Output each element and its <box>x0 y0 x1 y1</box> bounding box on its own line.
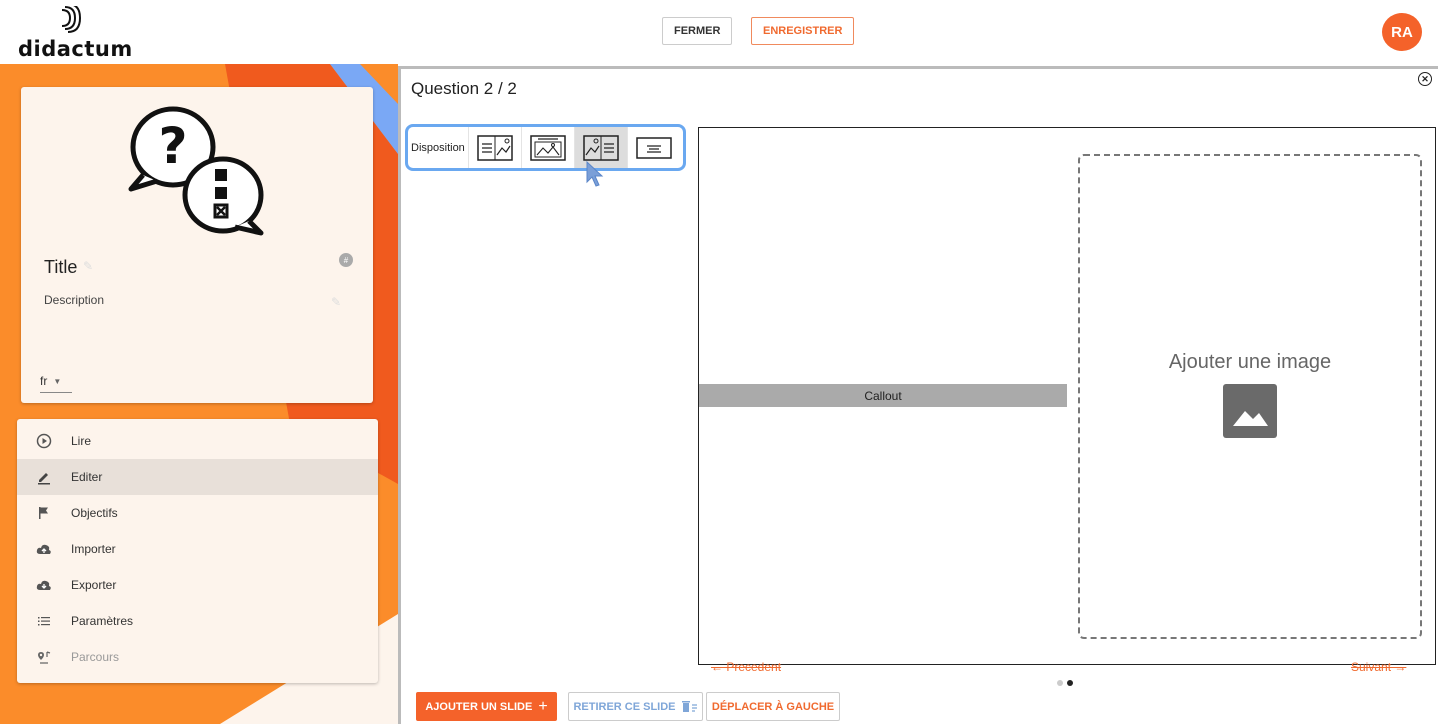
question-chat-icon: ? <box>128 106 264 236</box>
layout-text-only-icon <box>636 136 672 159</box>
move-left-button[interactable]: DÉPLACER À GAUCHE <box>706 692 840 721</box>
avatar[interactable]: RA <box>1382 13 1422 51</box>
layout-image-only-button[interactable] <box>520 127 574 168</box>
logo-mark-icon <box>61 6 82 33</box>
mouse-cursor-icon <box>586 160 604 187</box>
left-panel: ? Title ✎ # Description ✎ fr ▼ Lire Edit… <box>0 64 398 724</box>
add-image-dropzone[interactable]: Ajouter une image <box>1078 154 1422 639</box>
language-select[interactable]: fr ▼ <box>40 374 72 393</box>
layout-image-only-icon <box>530 134 566 161</box>
close-editor-icon[interactable]: ✕ <box>1418 72 1432 86</box>
move-left-label: DÉPLACER À GAUCHE <box>711 700 835 713</box>
slide-dot-2[interactable] <box>1067 680 1073 686</box>
cloud-upload-icon <box>17 541 71 557</box>
layout-text-image-button[interactable] <box>467 127 521 168</box>
sidebar-item-label: Paramètres <box>71 614 134 628</box>
svg-text:?: ? <box>158 117 187 175</box>
sidebar-item-exporter[interactable]: Exporter <box>17 567 378 603</box>
caret-down-icon: ▼ <box>53 376 62 386</box>
callout-bar[interactable]: Callout <box>699 384 1067 407</box>
sidebar-item-label: Parcours <box>71 650 120 664</box>
layout-text-only-button[interactable] <box>626 127 680 168</box>
edit-title-pencil-icon[interactable]: ✎ <box>83 259 93 273</box>
sidebar-item-parametres[interactable]: Paramètres <box>17 603 378 639</box>
add-slide-label: AJOUTER UN SLIDE <box>425 700 533 713</box>
sidebar-item-label: Objectifs <box>71 506 118 520</box>
add-slide-button[interactable]: AJOUTER UN SLIDE + <box>416 692 557 721</box>
didactum-logo[interactable]: didactum <box>18 6 132 61</box>
next-slide-link[interactable]: Suivant → <box>1351 660 1406 674</box>
plus-icon: + <box>538 697 548 715</box>
disposition-label: Disposition <box>411 141 465 154</box>
layout-image-text-icon <box>583 134 619 161</box>
language-value: fr <box>40 374 48 388</box>
trash-list-icon <box>681 700 697 712</box>
sidebar-menu: Lire Editer Objectifs Importer Exporter <box>17 419 378 683</box>
sidebar-item-parcours[interactable]: Parcours <box>17 639 378 675</box>
slide-canvas: Callout Ajouter une image <box>698 127 1436 665</box>
layout-text-image-icon <box>477 134 513 161</box>
slide-pagination <box>1057 680 1073 686</box>
list-icon <box>17 613 71 629</box>
sidebar-item-editer[interactable]: Editer <box>17 459 378 495</box>
description-field[interactable]: Description <box>44 293 104 307</box>
play-circle-icon <box>17 433 71 449</box>
hash-badge: # <box>339 253 353 267</box>
edit-description-pencil-icon[interactable]: ✎ <box>331 295 341 309</box>
logo-text: didactum <box>18 37 133 61</box>
close-button[interactable]: FERMER <box>662 17 733 45</box>
course-card: ? Title ✎ # Description ✎ fr ▼ <box>21 87 373 403</box>
route-pin-icon <box>17 649 71 665</box>
question-title: Question 2 / 2 <box>411 79 517 98</box>
disposition-toolbar: Disposition <box>405 124 686 171</box>
sidebar-item-lire[interactable]: Lire <box>17 423 378 459</box>
slide-dot-1[interactable] <box>1057 680 1063 686</box>
save-button[interactable]: ENREGISTRER <box>751 17 855 45</box>
sidebar-item-importer[interactable]: Importer <box>17 531 378 567</box>
pencil-icon <box>17 469 71 485</box>
sidebar-item-label: Lire <box>71 434 92 448</box>
image-placeholder-icon <box>1223 384 1277 438</box>
slide-editor: Question 2 / 2 ✕ Disposition Callout Ajo… <box>398 66 1438 724</box>
add-image-label: Ajouter une image <box>1168 351 1332 373</box>
course-title[interactable]: Title <box>44 257 77 278</box>
sidebar-item-label: Exporter <box>71 578 117 592</box>
remove-slide-label: RETIRER CE SLIDE <box>573 700 676 713</box>
flag-icon <box>17 505 71 521</box>
sidebar-item-label: Editer <box>71 470 103 484</box>
cloud-download-icon <box>17 577 71 593</box>
sidebar-item-label: Importer <box>71 542 116 556</box>
sidebar-item-objectifs[interactable]: Objectifs <box>17 495 378 531</box>
remove-slide-button[interactable]: RETIRER CE SLIDE <box>568 692 703 721</box>
previous-slide-link[interactable]: ← Precedent <box>711 660 781 674</box>
top-bar: didactum FERMER ENREGISTRER RA <box>0 0 1438 64</box>
